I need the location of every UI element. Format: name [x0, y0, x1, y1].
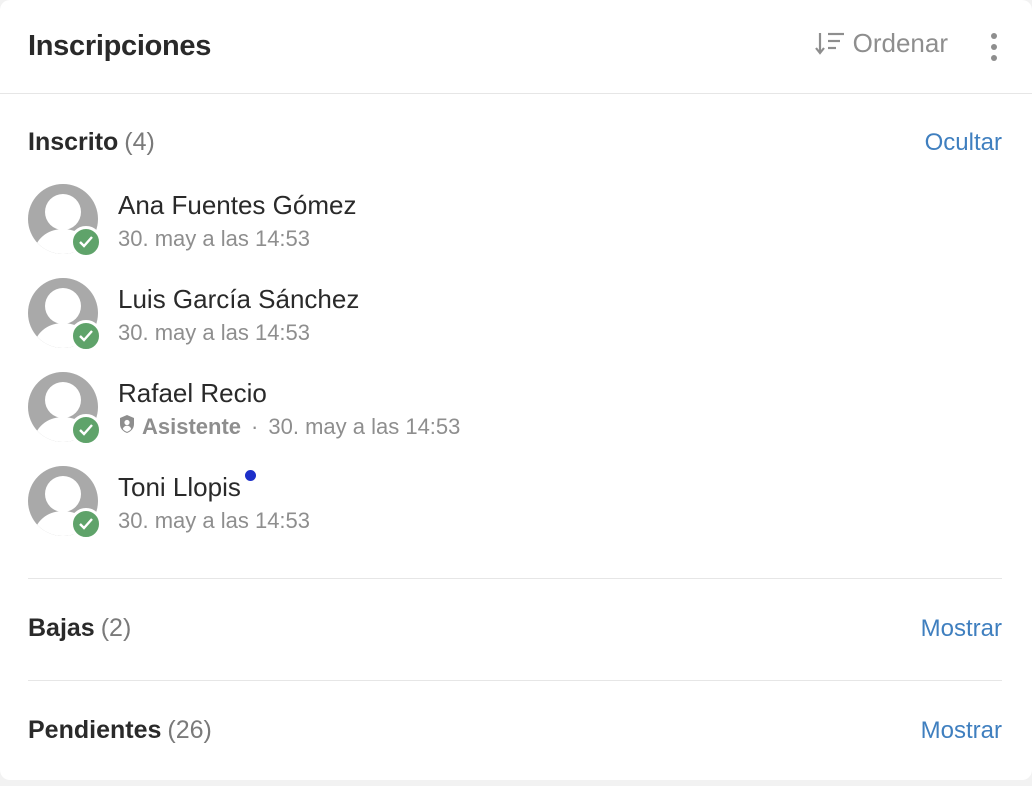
section-pending-count: (26): [167, 716, 212, 744]
member-date: 30. may a las 14:53: [118, 508, 311, 533]
member-row[interactable]: Ana Fuentes Gómez 30. may a las 14:53: [28, 184, 928, 260]
show-pending-link[interactable]: Mostrar: [921, 717, 1002, 745]
member-row[interactable]: Toni Llopis 30. may a las 14:53: [28, 466, 928, 542]
sort-descending-icon: [814, 31, 845, 57]
section-enrolled-title: Inscrito: [28, 128, 119, 156]
separator-dot: ·: [251, 414, 259, 439]
section-dropped-title: Bajas: [28, 614, 95, 642]
section-pending-title: Pendientes: [28, 716, 162, 744]
role-badge: Asistente: [118, 414, 241, 440]
section-enrolled-header: Inscrito (4) Ocultar: [28, 128, 1002, 157]
member-name: Rafael Recio: [118, 378, 267, 408]
member-date: 30. may a las 14:53: [268, 414, 461, 439]
shield-icon: [118, 414, 136, 440]
check-circle-icon: [70, 414, 102, 446]
sort-button[interactable]: Ordenar: [814, 28, 948, 59]
enrollments-card: Inscripciones Ordenar Inscrito (4) Oculta…: [0, 0, 1032, 780]
card-title: Inscripciones: [28, 30, 212, 62]
section-dropped-header: Bajas (2) Mostrar: [28, 614, 1002, 643]
member-date: 30. may a las 14:53: [118, 226, 311, 251]
member-name: Luis García Sánchez: [118, 284, 360, 314]
divider: [28, 578, 1002, 579]
member-row[interactable]: Luis García Sánchez 30. may a las 14:53: [28, 278, 928, 354]
check-circle-icon: [70, 320, 102, 352]
member-name: Toni Llopis: [118, 472, 241, 502]
role-label: Asistente: [142, 414, 242, 439]
more-vertical-icon[interactable]: [984, 30, 1004, 64]
sort-label: Ordenar: [852, 28, 948, 58]
card-header: Inscripciones Ordenar: [0, 0, 1032, 94]
section-pending-header: Pendientes (26) Mostrar: [28, 716, 1002, 745]
check-circle-icon: [70, 508, 102, 540]
member-date: 30. may a las 14:53: [118, 320, 311, 345]
check-circle-icon: [70, 226, 102, 258]
online-indicator-icon: [244, 470, 256, 481]
show-dropped-link[interactable]: Mostrar: [921, 615, 1002, 643]
section-dropped-count: (2): [100, 614, 132, 642]
member-row[interactable]: Rafael Recio Asistente · 30. may a las 1…: [28, 372, 928, 448]
divider: [28, 680, 1002, 681]
section-enrolled-count: (4): [124, 128, 155, 156]
hide-enrolled-link[interactable]: Ocultar: [925, 129, 1002, 157]
member-name: Ana Fuentes Gómez: [118, 190, 357, 220]
